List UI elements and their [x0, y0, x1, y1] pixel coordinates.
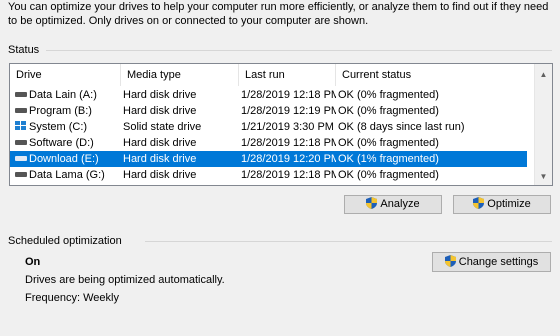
- vertical-scrollbar[interactable]: ▲ ▼: [534, 64, 552, 185]
- current-status-cell: OK (0% fragmented): [338, 183, 527, 185]
- column-header-last-run[interactable]: Last run: [239, 64, 336, 86]
- scheduled-description: Drives are being optimized automatically…: [25, 274, 225, 286]
- drive-name: System (C:): [29, 121, 88, 133]
- hard-disk-icon: [15, 139, 27, 145]
- last-run-cell: 1/28/2019 12:18 PM: [241, 169, 336, 181]
- scroll-up-arrow-icon[interactable]: ▲: [535, 66, 552, 83]
- analyze-button[interactable]: Analyze: [344, 195, 442, 214]
- drive-row[interactable]: System (C:) Solid state drive 1/21/2019 3:…: [10, 119, 527, 135]
- intro-text: You can optimize your drives to help you…: [8, 1, 549, 27]
- drive-cell: Software (D:): [15, 135, 121, 151]
- last-run-cell: 1/28/2019 12:18 PM: [241, 89, 336, 101]
- drive-cell: Data Lain (A:): [15, 87, 121, 103]
- drive-cell: Data Lama (G:): [15, 167, 121, 183]
- bottom-bar: [0, 318, 560, 336]
- media-type-cell: Hard disk drive: [123, 89, 197, 101]
- media-type-cell: Hard disk drive: [123, 153, 197, 165]
- media-type-cell: Hard disk drive: [123, 169, 197, 181]
- current-status-cell: OK (1% fragmented): [338, 153, 439, 165]
- last-run-cell: 1/21/2019 3:30 PM: [241, 121, 334, 133]
- drive-row[interactable]: Data Lama (G:) Hard disk drive 1/28/2019 1…: [10, 167, 527, 183]
- drive-row[interactable]: Software (D:) Hard disk drive 1/28/2019 12…: [10, 135, 527, 151]
- drive-row[interactable]: Download (E:) Hard disk drive 1/28/2019 12…: [10, 151, 527, 167]
- uac-shield-icon: [473, 197, 485, 210]
- last-run-cell: 1/28/2019 12:18 PM: [241, 137, 336, 149]
- optimize-button[interactable]: Optimize: [453, 195, 551, 214]
- hard-disk-icon: [15, 155, 27, 161]
- change-settings-button[interactable]: Change settings: [432, 252, 551, 272]
- drive-cell: System (C:): [15, 119, 121, 135]
- uac-shield-icon: [444, 255, 456, 268]
- drive-cell: Download (E:): [15, 151, 121, 167]
- current-status-cell: OK (0% fragmented): [338, 169, 439, 181]
- last-run-cell: 1/28/2019 12:20 PM: [241, 153, 336, 165]
- status-section-label: Status: [8, 44, 40, 56]
- column-header-current-status[interactable]: Current status: [336, 64, 526, 86]
- drive-name: Download (E:): [29, 153, 99, 165]
- drive-row[interactable]: Data Lain (A:) Hard disk drive 1/28/2019 1…: [10, 87, 527, 103]
- scheduled-divider: [145, 241, 552, 242]
- list-header: Drive Media type Last run Current status: [10, 64, 535, 86]
- uac-shield-icon: [366, 197, 378, 210]
- hard-disk-icon: [15, 91, 27, 97]
- last-run-cell: 1/28/2019 12:19 PM: [241, 105, 336, 117]
- drive-name: Program (B:): [29, 105, 92, 117]
- hard-disk-icon: [15, 107, 27, 113]
- drive-cell: Main Data (H:): [15, 183, 121, 186]
- column-header-drive[interactable]: Drive: [10, 64, 121, 86]
- drive-row[interactable]: Program (B:) Hard disk drive 1/28/2019 12:…: [10, 103, 527, 119]
- hard-disk-icon: [15, 171, 27, 177]
- current-status-cell: OK (0% fragmented): [338, 89, 439, 101]
- media-type-cell: Hard disk drive: [123, 105, 197, 117]
- media-type-cell: Hard disk drive: [123, 183, 239, 185]
- drive-row[interactable]: Main Data (H:) Hard disk drive1/28/2019 1…: [10, 183, 527, 186]
- current-status-cell: OK (0% fragmented): [338, 137, 439, 149]
- optimize-label: Optimize: [487, 198, 531, 210]
- current-status-cell: OK (8 days since last run): [338, 121, 465, 133]
- drives-list[interactable]: Drive Media type Last run Current status…: [9, 63, 553, 186]
- analyze-label: Analyze: [380, 198, 420, 210]
- scroll-down-arrow-icon[interactable]: ▼: [535, 168, 552, 185]
- media-type-cell: Hard disk drive: [123, 137, 197, 149]
- scheduled-frequency: Frequency: Weekly: [25, 292, 119, 304]
- drive-name: Data Lain (A:): [29, 89, 97, 101]
- drive-name: Software (D:): [29, 137, 94, 149]
- column-header-media-type[interactable]: Media type: [121, 64, 239, 86]
- current-status-cell: OK (0% fragmented): [338, 105, 439, 117]
- status-divider: [46, 50, 552, 51]
- media-type-cell: Solid state drive: [123, 121, 202, 133]
- last-run-cell: 1/28/2019 12:18 PM: [241, 183, 336, 185]
- change-settings-label: Change settings: [458, 256, 539, 268]
- windows-drive-icon: [15, 121, 27, 131]
- drive-name: Main Data (H:): [29, 185, 101, 186]
- scheduled-section-label: Scheduled optimization: [8, 235, 122, 247]
- drive-name: Data Lama (G:): [29, 169, 105, 181]
- drive-cell: Program (B:): [15, 103, 121, 119]
- scheduled-state: On: [25, 256, 41, 268]
